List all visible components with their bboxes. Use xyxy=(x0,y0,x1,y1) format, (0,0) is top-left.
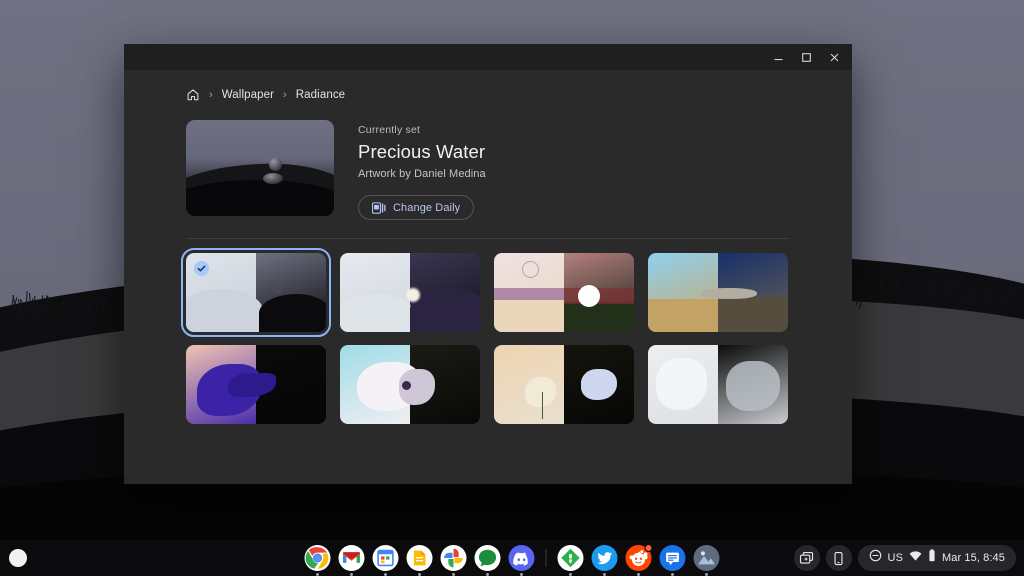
thumbnail-dark-variant xyxy=(564,253,634,332)
wifi-icon xyxy=(909,549,922,567)
thumbnail-image xyxy=(340,345,480,424)
thumbnail-dark-variant xyxy=(718,345,788,424)
thumbnail-light-variant xyxy=(494,253,564,332)
wallpaper-thumbnail[interactable] xyxy=(340,345,480,424)
shelf-app-discord[interactable] xyxy=(509,545,535,571)
wallpaper-thumbnail[interactable] xyxy=(648,345,788,424)
breadcrumb: › Wallpaper › Radiance xyxy=(186,84,790,106)
wallpaper-title: Precious Water xyxy=(358,141,486,163)
wallpaper-artist: Artwork by Daniel Medina xyxy=(358,168,486,180)
thumbnail-dark-variant xyxy=(256,345,326,424)
maximize-button[interactable] xyxy=(792,44,820,70)
shelf-app-photos[interactable] xyxy=(441,545,467,571)
shelf-separator xyxy=(546,549,547,567)
preview-droplet-bottom xyxy=(263,173,283,184)
thumbnail-light-variant xyxy=(648,253,718,332)
window-content: › Wallpaper › Radiance Currently set Pre… xyxy=(124,70,852,424)
thumbnail-dark-variant xyxy=(564,345,634,424)
shelf-app-feedly[interactable] xyxy=(558,545,584,571)
minimize-button[interactable] xyxy=(764,44,792,70)
current-wallpaper-section: Currently set Precious Water Artwork by … xyxy=(186,120,790,220)
system-tray[interactable]: US Mar 15, 8:45 xyxy=(858,545,1016,571)
wallpaper-thumbnail[interactable] xyxy=(186,253,326,332)
thumbnail-light-variant xyxy=(186,345,256,424)
keyboard-layout-label: US xyxy=(888,552,903,564)
thumbnail-light-variant xyxy=(494,345,564,424)
notification-badge xyxy=(645,544,653,552)
thumbnail-dark-variant xyxy=(256,253,326,332)
current-wallpaper-preview xyxy=(186,120,334,216)
change-daily-label: Change Daily xyxy=(393,202,460,214)
thumbnail-image xyxy=(186,345,326,424)
thumbnail-dark-variant xyxy=(718,253,788,332)
wallpaper-grid xyxy=(186,253,790,424)
thumbnail-light-variant xyxy=(340,253,410,332)
launcher-button[interactable] xyxy=(9,549,27,567)
shelf-app-chat[interactable] xyxy=(660,545,686,571)
wallpaper-thumbnail[interactable] xyxy=(340,253,480,332)
grass-blade xyxy=(1015,285,1016,298)
thumbnail-dark-variant xyxy=(410,345,480,424)
thumbnail-image xyxy=(494,345,634,424)
wallpaper-thumbnail[interactable] xyxy=(186,345,326,424)
grass-blade xyxy=(919,276,920,296)
current-wallpaper-info: Currently set Precious Water Artwork by … xyxy=(358,120,486,220)
thumbnail-light-variant xyxy=(648,345,718,424)
wallpaper-thumbnail[interactable] xyxy=(648,253,788,332)
thumbnail-image xyxy=(648,253,788,332)
thumbnail-image xyxy=(340,253,480,332)
currently-set-label: Currently set xyxy=(358,124,486,136)
grass-blade xyxy=(91,302,92,317)
datetime-label: Mar 15, 8:45 xyxy=(942,552,1005,564)
change-daily-button[interactable]: Change Daily xyxy=(358,195,474,220)
status-area: US Mar 15, 8:45 xyxy=(794,545,1016,571)
shelf-app-chrome[interactable] xyxy=(305,545,331,571)
grass-blade xyxy=(36,300,38,324)
breadcrumb-item-wallpaper[interactable]: Wallpaper xyxy=(222,89,274,101)
selected-check-icon xyxy=(194,261,209,276)
thumbnail-image xyxy=(648,345,788,424)
wallpaper-app-window: › Wallpaper › Radiance Currently set Pre… xyxy=(124,44,852,484)
do-not-disturb-icon xyxy=(869,549,882,567)
home-icon[interactable] xyxy=(186,88,200,102)
wallpaper-thumbnail[interactable] xyxy=(494,345,634,424)
grass-blade xyxy=(975,281,977,300)
phone-hub-button[interactable] xyxy=(826,545,852,571)
wallpaper-thumbnail[interactable] xyxy=(494,253,634,332)
shelf-app-list xyxy=(305,545,720,571)
shelf-app-messages[interactable] xyxy=(475,545,501,571)
shelf-app-reddit[interactable] xyxy=(626,545,652,571)
shelf: US Mar 15, 8:45 xyxy=(0,540,1024,576)
section-divider xyxy=(186,238,790,239)
shelf-app-twitter[interactable] xyxy=(592,545,618,571)
close-button[interactable] xyxy=(820,44,848,70)
window-titlebar xyxy=(124,44,852,70)
thumbnail-image xyxy=(494,253,634,332)
change-daily-icon xyxy=(372,202,386,214)
battery-icon xyxy=(928,549,936,567)
shelf-app-wallpaper[interactable] xyxy=(694,545,720,571)
shelf-app-calendar[interactable] xyxy=(373,545,399,571)
shelf-app-gmail[interactable] xyxy=(339,545,365,571)
thumbnail-light-variant xyxy=(340,345,410,424)
thumbnail-dark-variant xyxy=(410,253,480,332)
preview-dune-b xyxy=(186,180,334,216)
breadcrumb-separator-1: › xyxy=(209,89,213,101)
breadcrumb-separator-2: › xyxy=(283,89,287,101)
shelf-app-keep[interactable] xyxy=(407,545,433,571)
breadcrumb-item-radiance[interactable]: Radiance xyxy=(296,89,345,101)
new-desk-button[interactable] xyxy=(794,545,820,571)
